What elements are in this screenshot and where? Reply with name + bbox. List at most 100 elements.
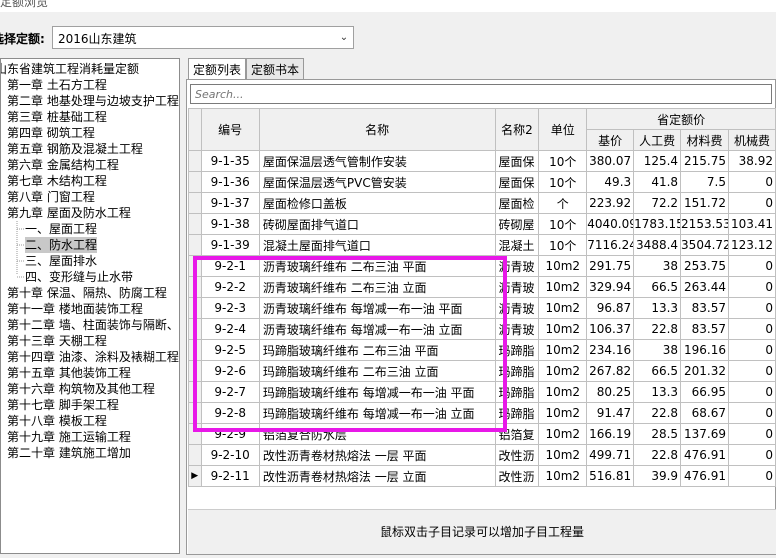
tree-section-item[interactable]: 一、屋面工程 [25,221,97,237]
table-row[interactable]: 9-1-36 屋面保温层透气PVC管安装 屋面保 10个 49.3 41.8 7.5 0 [188,171,776,193]
tree-chapter-item[interactable]: 第五章 钢筋及混凝土工程 [7,141,143,157]
header-unit[interactable]: 单位 [538,108,588,151]
tree-chapter-item[interactable]: 第十四章 油漆、涂料及裱糊工程 [7,349,179,365]
quota-grid[interactable]: 编号 名称 名称2 单位 省定额价 基价 人工费 材料费 机械费 9-1-35 屋… [188,108,776,487]
cell-code: 9-2-7 [200,381,260,403]
cell-code: 9-2-11 [200,465,260,487]
tree-chapter-item[interactable]: 第九章 屋面及防水工程 [7,205,131,221]
cell-name: 屋面保温层透气管制作安装 [258,150,496,172]
tree-section-item[interactable]: 二、防水工程 [25,237,98,253]
cell-labor: 13.3 [633,381,682,403]
cell-labor: 125.4 [633,150,682,172]
cell-unit: 10个 [538,213,588,235]
cell-machine: 123.12 [728,234,776,256]
tree-chapter-item[interactable]: 第二十章 建筑施工增加 [7,445,131,461]
cell-base: 166.19 [586,423,635,445]
tree-chapter-item[interactable]: 第十六章 构筑物及其他工程 [7,381,155,397]
cell-base: 291.75 [586,255,635,277]
table-row[interactable]: 9-2-7 玛蹄脂玻璃纤维布 每增减一布一油 平面 玛蹄脂 10m2 80.25 13.3… [188,381,776,403]
table-row[interactable]: 9-2-1 沥青玻璃纤维布 二布三油 平面 沥青玻 10m2 291.75 38 253.7… [188,255,776,277]
table-row[interactable]: 9-2-4 沥青玻璃纤维布 每增减一布一油 立面 沥青玻 10m2 106.37 22.8… [188,318,776,340]
tree-chapter-item[interactable]: 第十三章 天棚工程 [7,333,107,349]
cell-unit: 10m2 [538,444,588,466]
table-row[interactable]: 9-1-37 屋面检修口盖板 屋面检个 223.92 72.2 151.72 0 [188,192,776,214]
cell-labor: 38 [633,255,682,277]
cell-base: 80.25 [586,381,635,403]
cell-unit: 10m2 [538,360,588,382]
table-row[interactable]: 9-2-6 玛蹄脂玻璃纤维布 二布三油 立面 玛蹄脂 10m2 267.82 66.5 20… [188,360,776,382]
header-labor-cost[interactable]: 人工费 [633,129,682,151]
table-row[interactable]: 9-1-35 屋面保温层透气管制作安装 屋面保 10个 380.07 125.4 215.7… [188,150,776,172]
row-indicator [188,234,202,256]
quota-select[interactable]: 2016山东建筑 ⌄ [52,26,354,49]
chevron-down-icon[interactable]: ⌄ [335,27,353,48]
tree-section-item[interactable]: 三、屋面排水 [25,253,97,269]
cell-base: 223.92 [586,192,635,214]
tree-chapter-item[interactable]: 第十七章 脚手架工程 [7,397,119,413]
table-row[interactable]: 9-2-5 玛蹄脂玻璃纤维布 二布三油 平面 玛蹄脂 10m2 234.16 38 196.… [188,339,776,361]
cell-material: 215.75 [680,150,729,172]
header-machine-cost[interactable]: 机械费 [728,129,776,151]
row-indicator [188,150,202,172]
cell-material: 3504.72 [680,234,729,256]
tree-chapter-item[interactable]: 第十一章 楼地面装饰工程 [7,301,143,317]
cell-name2: 屋面保 [494,171,540,193]
cell-unit: 10个 [538,234,588,256]
cell-base: 91.47 [586,402,635,424]
cell-material: 263.44 [680,276,729,298]
tree-chapter-item[interactable]: 第一章 土石方工程 [7,77,107,93]
cell-material: 66.95 [680,381,729,403]
quota-selector-label: 选择定额: [0,32,45,46]
row-indicator [188,255,202,277]
table-row[interactable]: 9-2-3 沥青玻璃纤维布 每增减一布一油 平面 沥青玻 10m2 96.87 13.3 8… [188,297,776,319]
table-row[interactable]: 9-2-10 改性沥青卷材热熔法 一层 平面 改性沥 10m2 499.71 22.8 47… [188,444,776,466]
header-base-price[interactable]: 基价 [586,129,635,151]
header-material-cost[interactable]: 材料费 [680,129,729,151]
search-box[interactable] [190,84,772,104]
tree-chapter-item[interactable]: 第十五章 其他装饰工程 [7,365,131,381]
cell-labor: 66.5 [633,276,682,298]
tree-chapter-item[interactable]: 第八章 门窗工程 [7,189,95,205]
cell-labor: 22.8 [633,318,682,340]
cell-name: 屋面检修口盖板 [258,192,496,214]
cell-base: 106.37 [586,318,635,340]
cell-code: 9-2-2 [200,276,260,298]
table-row[interactable]: 9-2-8 玛蹄脂玻璃纤维布 每增减一布一油 立面 玛蹄脂 10m2 91.47 22.8… [188,402,776,424]
row-indicator [188,444,202,466]
cell-labor: 1783.15 [633,213,682,235]
cell-base: 4040.09 [586,213,635,235]
tree-root[interactable]: 山东省建筑工程消耗量定额 [1,61,139,77]
cell-name2: 沥青玻 [494,276,540,298]
tree-chapter-item[interactable]: 第十章 保温、隔热、防腐工程 [7,285,167,301]
chapter-tree[interactable]: 山东省建筑工程消耗量定额 第一章 土石方工程 第二章 地基处理与边坡支护工程 第三章… [0,58,180,554]
table-row[interactable]: 9-1-39 混凝土屋面排气道口 混凝土 10个 7116.24 3488.4 3504.7… [188,234,776,256]
cell-base: 499.71 [586,444,635,466]
row-indicator [188,402,202,424]
row-indicator [188,423,202,445]
tree-chapter-item[interactable]: 第七章 木结构工程 [7,173,107,189]
tree-chapter-item[interactable]: 第十九章 施工运输工程 [7,429,131,445]
header-code[interactable]: 编号 [200,108,260,151]
tree-chapter-item[interactable]: 第二章 地基处理与边坡支护工程 [7,93,179,109]
table-row[interactable]: 9-2-2 沥青玻璃纤维布 二布三油 立面 沥青玻 10m2 329.94 66.5 263… [188,276,776,298]
cell-unit: 10m2 [538,423,588,445]
tab-quota-list[interactable]: 定额列表 [188,58,247,80]
cell-machine: 0 [728,444,776,466]
tree-section-item[interactable]: 四、变形缝与止水带 [25,269,133,285]
cell-unit: 10m2 [538,276,588,298]
search-input[interactable] [191,85,771,103]
cell-machine: 0 [728,171,776,193]
tree-chapter-item[interactable]: 第四章 砌筑工程 [7,125,95,141]
table-row[interactable]: 9-2-9 铝箔复合防水层 铝箔复 10m2 166.19 28.5 137.69 0 [188,423,776,445]
table-row[interactable]: ▶ 9-2-11 改性沥青卷材热熔法 一层 立面 改性沥 10m2 516.81 39.9 4… [188,465,776,487]
tab-quota-book[interactable]: 定额书本 [246,58,305,79]
tree-chapter-item[interactable]: 第十二章 墙、柱面装饰与隔断、 [7,317,179,333]
tree-chapter-item[interactable]: 第六章 金属结构工程 [7,157,119,173]
table-row[interactable]: 9-1-38 砖砌屋面排气道口 砖砌屋 10个 4040.09 1783.15 2153.5… [188,213,776,235]
header-name[interactable]: 名称 [258,108,496,151]
tree-chapter-item[interactable]: 第十八章 模板工程 [7,413,107,429]
tree-chapter-item[interactable]: 第三章 桩基础工程 [7,109,107,125]
header-name2[interactable]: 名称2 [494,108,540,151]
cell-material: 7.5 [680,171,729,193]
cell-name: 砖砌屋面排气道口 [258,213,496,235]
